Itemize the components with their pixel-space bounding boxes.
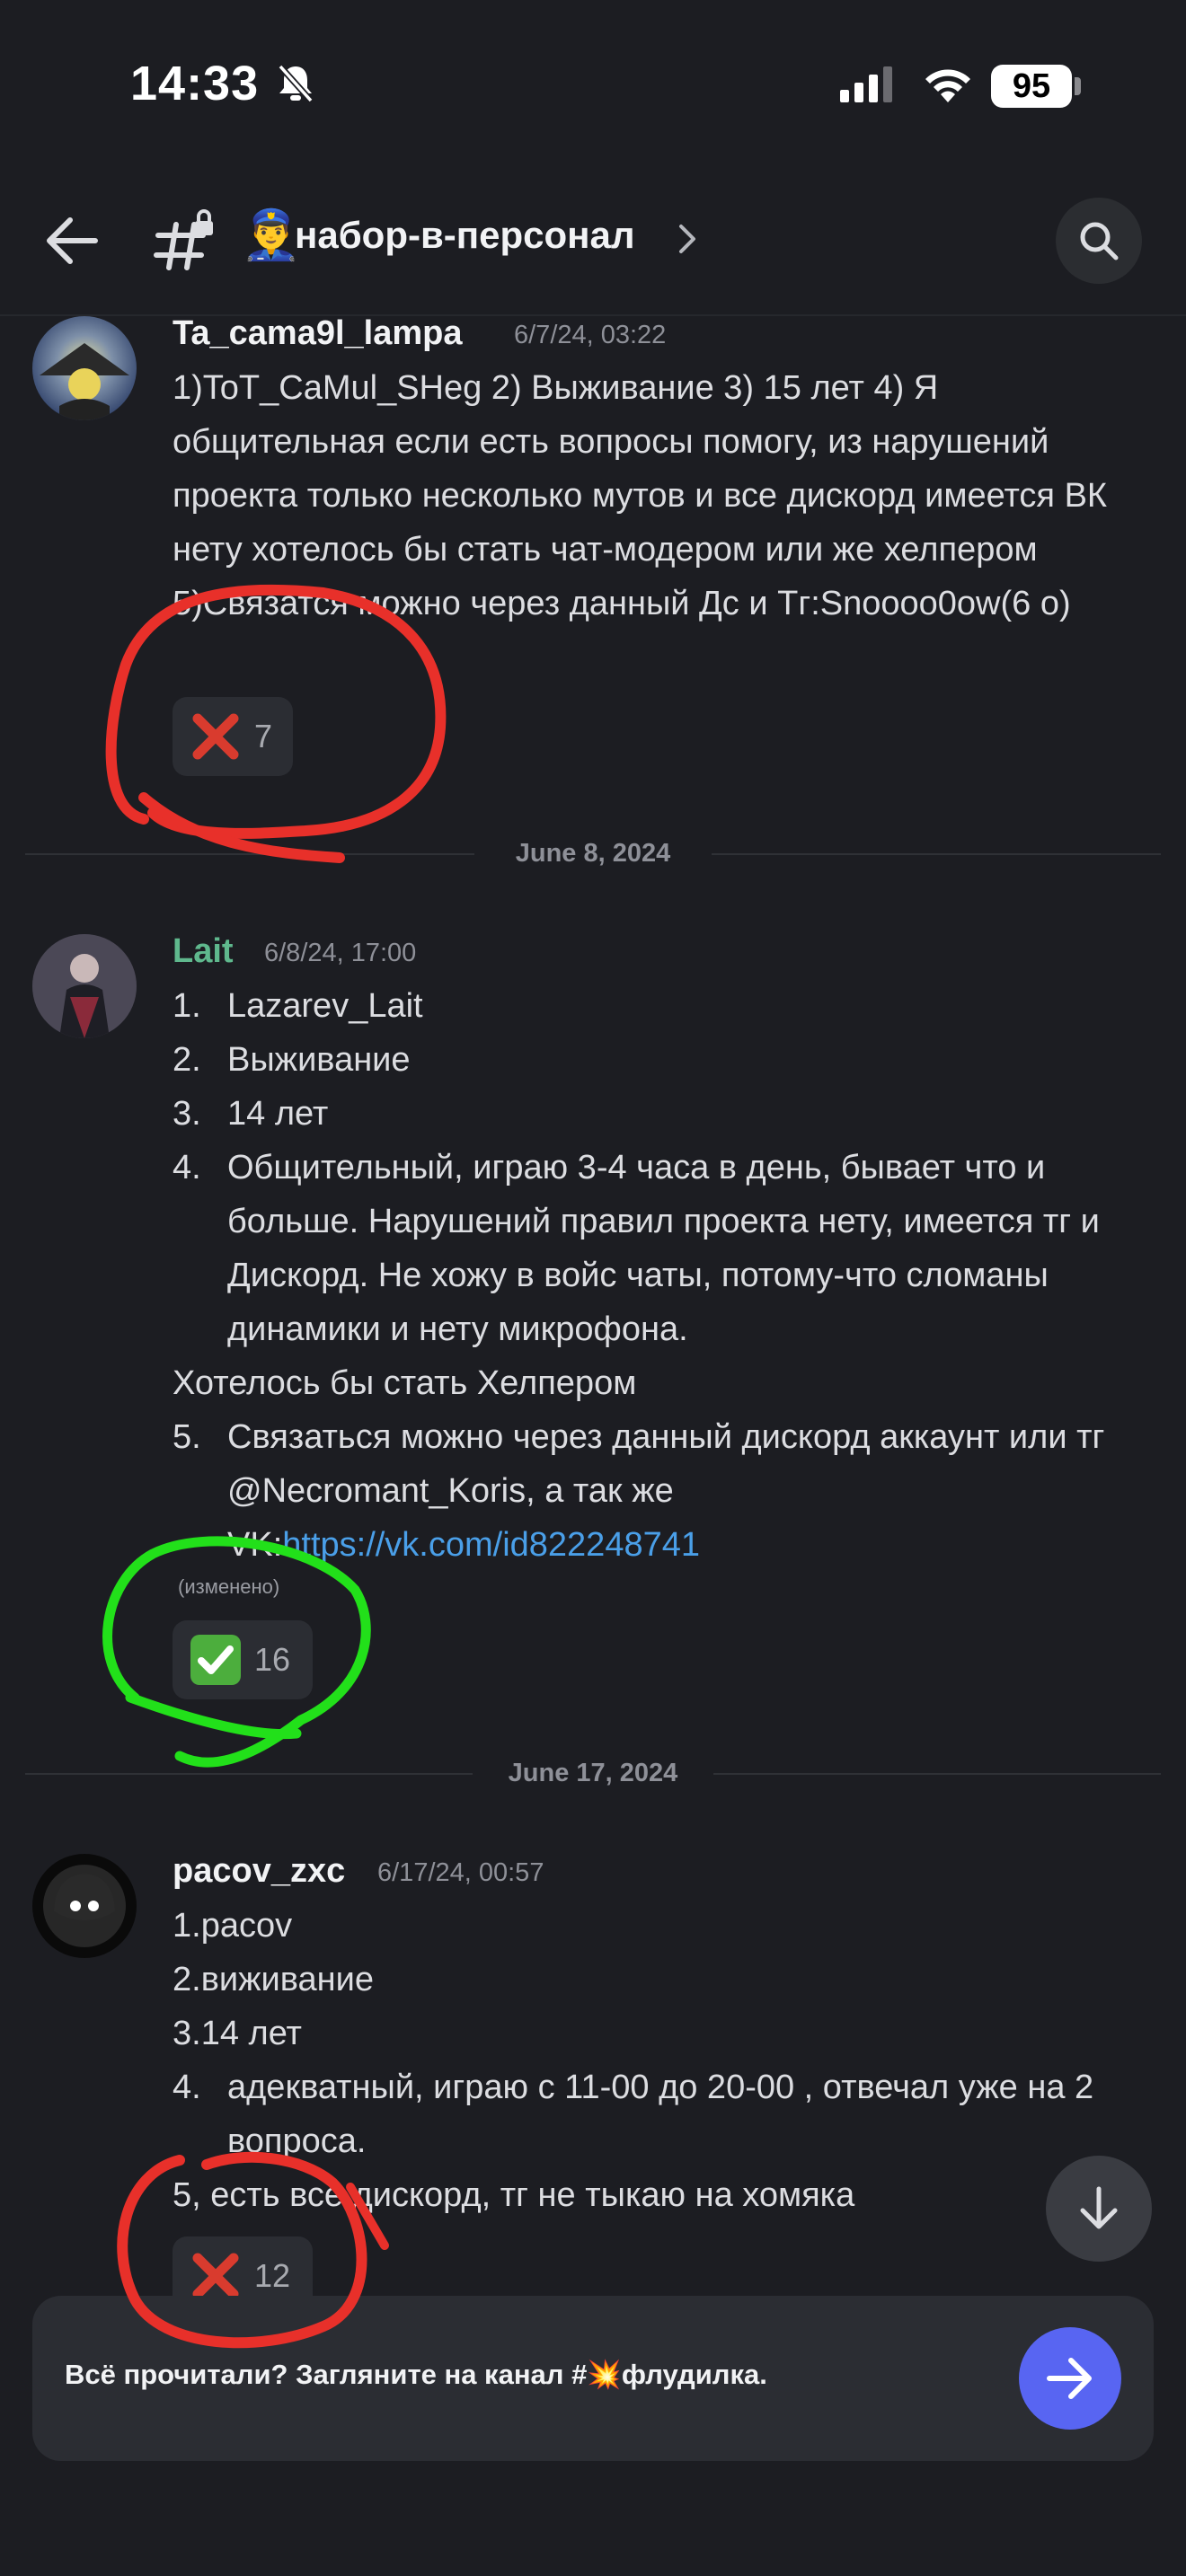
date-divider: June 17, 2024	[508, 1759, 678, 1787]
message-author[interactable]: Lait	[173, 932, 234, 971]
search-icon	[1080, 222, 1119, 260]
edited-label: (изменено)	[178, 1575, 280, 1598]
message-line: 2.виживание	[173, 1961, 374, 1998]
avatar[interactable]	[32, 1854, 137, 1958]
list-item: 3. 14 лет	[173, 1095, 329, 1133]
wifi-icon	[921, 63, 975, 109]
message-line: 5, есть все,дискорд, тг не тыкаю на хомя…	[173, 2176, 855, 2214]
jump-to-bottom-button[interactable]	[1046, 2156, 1152, 2262]
divider-line	[25, 853, 474, 855]
vk-link[interactable]: https://vk.com/id822248741	[282, 1526, 700, 1564]
message-timestamp: 6/17/24, 00:57	[377, 1858, 544, 1887]
status-time: 14:33	[130, 57, 260, 110]
list-item: 1. Lazarev_Lait	[173, 987, 423, 1025]
reaction-count: 16	[254, 1641, 291, 1678]
search-button[interactable]	[1056, 198, 1142, 284]
battery-level: 95	[991, 65, 1072, 108]
avatar[interactable]	[32, 316, 137, 420]
arrow-right-icon	[1047, 2358, 1092, 2399]
date-divider: June 8, 2024	[515, 839, 671, 868]
go-to-channel-button[interactable]	[1019, 2327, 1121, 2430]
message-text: 1)ToT_CaMul_SHeg 2) Выживание 3) 15 лет …	[173, 369, 1108, 622]
list-item: 5. Связаться можно через данный дискорд а…	[173, 1418, 1105, 1564]
message-line: 1.pacov	[173, 1907, 293, 1945]
list-item: 4. Общительный, играю 3-4 часа в день, бы…	[173, 1149, 1100, 1348]
message-timestamp: 6/8/24, 17:00	[264, 939, 417, 967]
list-item: 2. Выживание	[173, 1041, 411, 1079]
list-item: 4. адекватный, играю с 11-00 до 20-00 , о…	[173, 2069, 1094, 2160]
back-arrow-icon[interactable]	[45, 216, 99, 270]
divider-line	[713, 1773, 1161, 1775]
message-text: 1.pacov 2.виживание 3.14 лет 4. адекватны…	[173, 1899, 1125, 2222]
check-mark-icon	[188, 1632, 243, 1688]
arrow-down-icon	[1080, 2186, 1118, 2229]
cellular-signal-icon	[840, 66, 894, 107]
silent-bell-icon	[277, 63, 314, 109]
reaction-chip[interactable]: 16	[173, 1620, 313, 1699]
green-annotation-stroke	[125, 1692, 302, 1740]
reaction-count: 7	[254, 718, 273, 754]
reaction-chip[interactable]: 7	[173, 697, 293, 776]
chevron-right-icon[interactable]	[677, 223, 697, 260]
message-line: 3.14 лет	[173, 2015, 302, 2052]
message-author[interactable]: Ta_cama9l_lampa	[173, 314, 463, 353]
channel-emoji: 👮‍♂️	[241, 208, 302, 262]
divider-line	[712, 853, 1161, 855]
message-timestamp: 6/7/24, 03:22	[514, 321, 667, 349]
message-author[interactable]: pacov_zxc	[173, 1852, 345, 1891]
locked-channel-icon	[153, 208, 217, 276]
red-annotation-stroke	[138, 792, 345, 863]
message-line: Хотелось бы стать Хелпером	[173, 1364, 637, 1402]
divider-line	[25, 1773, 473, 1775]
channel-title[interactable]: набор-в-персонал	[295, 214, 635, 257]
message-text: 1. Lazarev_Lait 2. Выживание 3. 14 лет 4. Об…	[173, 979, 1152, 1572]
reaction-count: 12	[254, 2257, 291, 2294]
cross-mark-icon	[188, 709, 243, 764]
banner-text: Всё прочитали? Загляните на канал #💥флуд…	[65, 2359, 767, 2390]
battery-tip	[1075, 77, 1081, 95]
avatar[interactable]	[32, 934, 137, 1038]
